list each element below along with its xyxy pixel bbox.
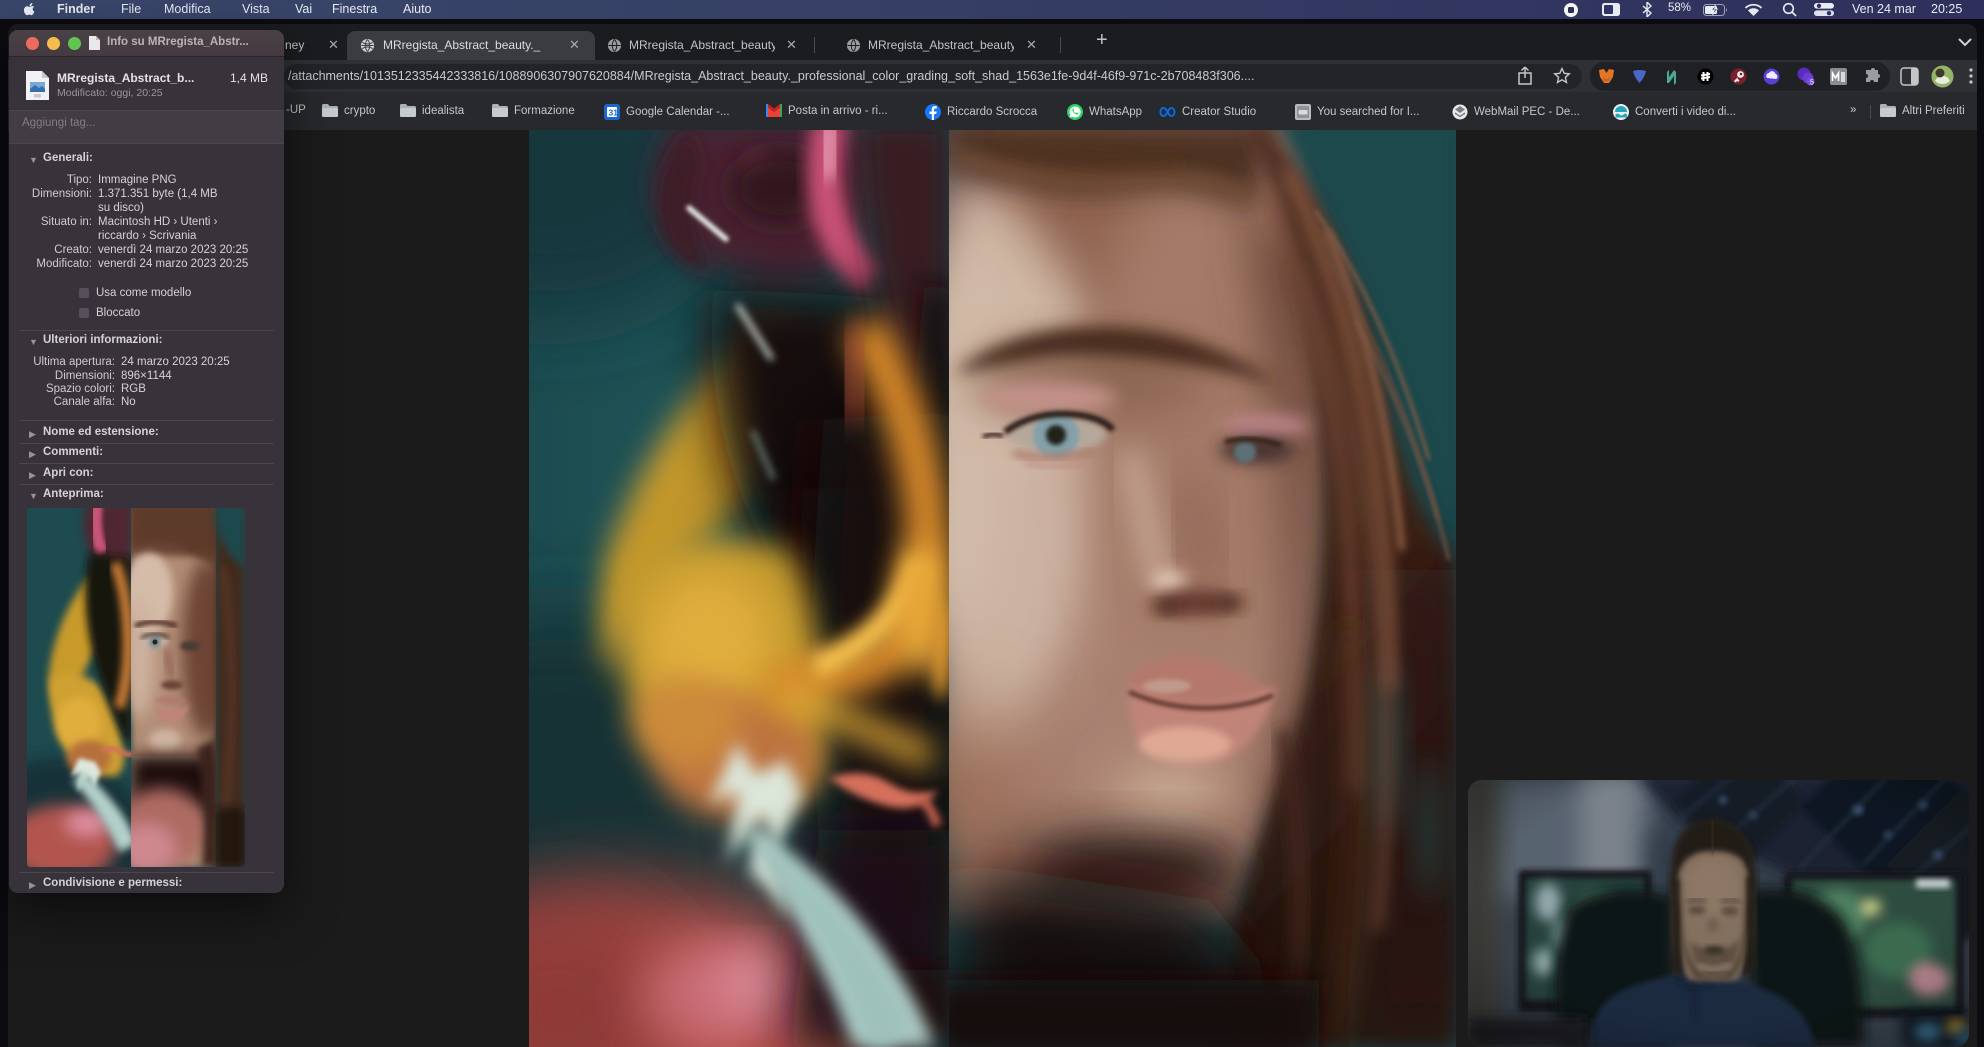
svg-text:5: 5 xyxy=(1810,80,1814,87)
svg-text:31: 31 xyxy=(609,108,619,118)
